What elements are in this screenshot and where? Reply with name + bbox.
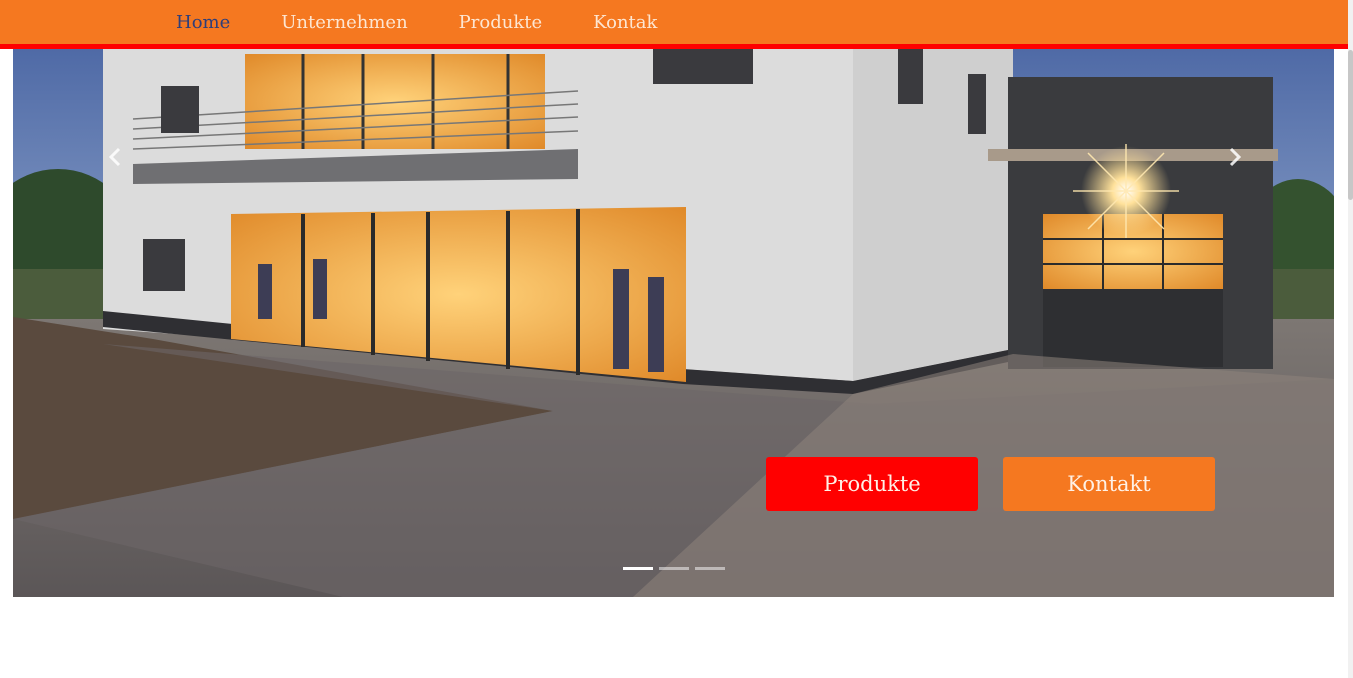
chevron-right-icon	[1229, 147, 1242, 167]
carousel-indicator-1[interactable]	[623, 567, 653, 570]
carousel-next-button[interactable]	[1223, 145, 1247, 169]
kontakt-button[interactable]: Kontakt	[1003, 457, 1215, 511]
carousel-prev-button[interactable]	[103, 145, 127, 169]
page-scrollbar[interactable]	[1348, 0, 1353, 678]
main-navbar: Home Unternehmen Produkte Kontak	[0, 0, 1348, 49]
nav-item-produkte[interactable]: Produkte	[459, 12, 542, 33]
nav-item-home[interactable]: Home	[176, 12, 230, 33]
carousel-indicator-3[interactable]	[695, 567, 725, 570]
nav-item-unternehmen[interactable]: Unternehmen	[281, 12, 407, 33]
nav-menu: Home Unternehmen Produkte Kontak	[176, 0, 708, 44]
produkte-button[interactable]: Produkte	[766, 457, 978, 511]
carousel-indicator-2[interactable]	[659, 567, 689, 570]
carousel-indicators	[623, 567, 725, 570]
chevron-left-icon	[108, 147, 121, 167]
hero-image	[13, 49, 1334, 597]
scrollbar-thumb[interactable]	[1348, 50, 1353, 200]
hero-carousel: Produkte Kontakt	[13, 49, 1334, 597]
nav-item-kontakt[interactable]: Kontak	[593, 12, 657, 33]
